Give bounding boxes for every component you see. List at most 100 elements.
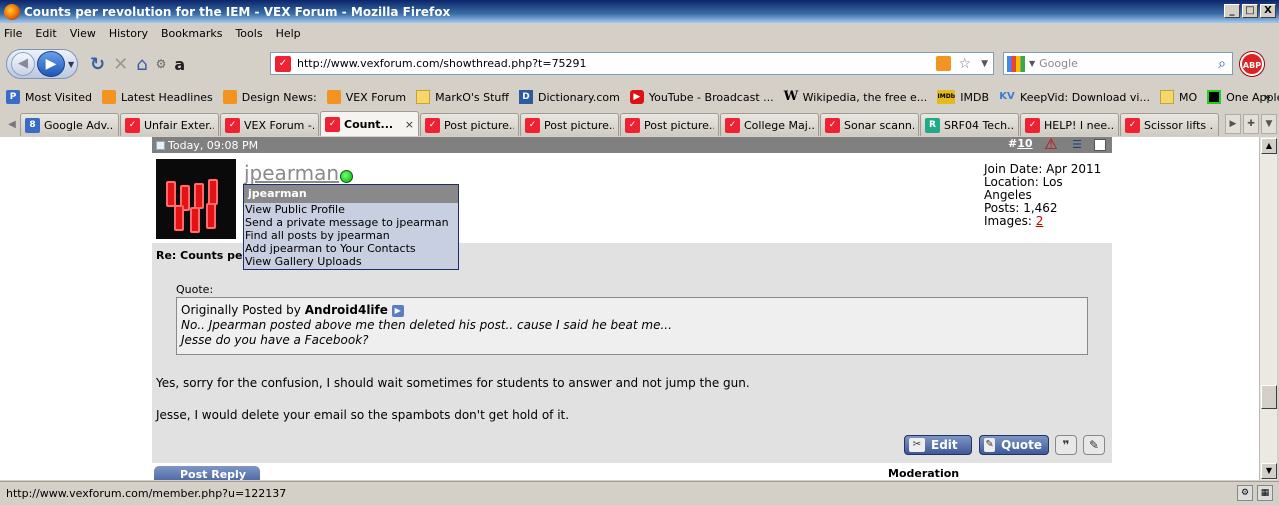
quick-reply-icon: ✎ [1088, 438, 1100, 452]
tab-counts-active[interactable]: ✓ Count... × [320, 111, 419, 136]
tab-google-adv[interactable]: 8 Google Adv... [20, 113, 119, 136]
scroll-down-icon[interactable]: ▼ [1261, 463, 1277, 479]
edit-button[interactable]: ✂ Edit [904, 435, 972, 455]
amazon-icon[interactable]: a [174, 55, 185, 74]
bookmark-imdb[interactable]: IMDb IMDB [937, 90, 989, 104]
message-line-2: Jesse, I would delete your email so the … [156, 408, 570, 422]
tab-list-icon[interactable]: ▼ [1261, 114, 1277, 134]
rss-feed-icon[interactable] [936, 56, 951, 71]
menu-file[interactable]: File [4, 27, 22, 40]
maximize-button[interactable]: □ [1242, 4, 1258, 18]
menu-history[interactable]: History [109, 27, 148, 40]
tab-post-picture-1[interactable]: ✓ Post picture... [420, 113, 519, 136]
send-private-message-item[interactable]: Send a private message to jpearman [244, 216, 458, 229]
bookmark-latest-headlines[interactable]: Latest Headlines [101, 90, 213, 104]
vertical-scrollbar[interactable]: ▲ ▼ [1259, 137, 1277, 480]
find-all-posts-item[interactable]: Find all posts by jpearman [244, 229, 458, 242]
username-link[interactable]: jpearman [244, 161, 339, 185]
quick-reply-button[interactable]: ✎ [1083, 435, 1105, 455]
navigation-toolbar: ◀ ▶ ▼ ↻ ✕ ⌂ ⚙ a ✓ http://www.vexforum.co… [0, 43, 1279, 85]
bookmark-youtube[interactable]: ▶ YouTube - Broadcast ... [629, 90, 774, 104]
new-tab-icon[interactable]: ✚ [1243, 114, 1259, 134]
tab-college-maj[interactable]: ✓ College Maj... [720, 113, 819, 136]
bookmark-most-visited[interactable]: P Most Visited [6, 90, 92, 104]
quote-button[interactable]: ✎ Quote [979, 435, 1049, 455]
scroll-thumb[interactable] [1261, 385, 1277, 409]
post-page-icon [156, 140, 165, 150]
warning-icon[interactable]: ⚠ [1043, 137, 1059, 152]
bookmark-markos-stuff[interactable]: MarkO's Stuff [416, 90, 509, 104]
tab-vex-forum[interactable]: ✓VEX Forum -... [220, 113, 319, 136]
back-button[interactable]: ◀ [11, 52, 35, 76]
add-to-contacts-item[interactable]: Add jpearman to Your Contacts [244, 242, 458, 255]
bookmark-dictionary[interactable]: D Dictionary.com [518, 90, 620, 104]
back-forward-group: ◀ ▶ ▼ [6, 49, 78, 79]
bookmark-keepvid[interactable]: KV KeepVid: Download vi... [999, 90, 1150, 104]
scroll-up-icon[interactable]: ▲ [1261, 138, 1277, 154]
minimize-button[interactable]: _ [1224, 4, 1240, 18]
adblock-plus-button[interactable]: ABP [1240, 52, 1264, 76]
tab-scroll-left-icon[interactable]: ◀ [4, 114, 20, 136]
tab-srf04-tech[interactable]: R SRF04 Tech... [920, 113, 1019, 136]
menu-edit[interactable]: Edit [35, 27, 56, 40]
engine-dropdown-icon[interactable]: ▼ [1029, 59, 1035, 68]
search-bar[interactable]: ▼ Google ⌕ [1003, 52, 1233, 75]
rss-icon [101, 90, 116, 104]
stop-icon[interactable]: ✕ [113, 54, 128, 75]
close-button[interactable]: X [1260, 4, 1276, 18]
folder-icon [416, 90, 431, 104]
close-tab-icon[interactable]: × [405, 118, 414, 131]
status-bar: http://www.vexforum.com/member.php?u=122… [0, 481, 1279, 505]
view-public-profile-item[interactable]: View Public Profile [244, 203, 458, 216]
tab-help-i-nee[interactable]: ✓ HELP! I nee... [1020, 113, 1119, 136]
url-dropdown-icon[interactable]: ▼ [981, 59, 988, 69]
tab-post-picture-3[interactable]: ✓ Post picture... [620, 113, 719, 136]
vex-tab-icon: ✓ [425, 117, 440, 133]
bookmarks-overflow-icon[interactable]: » [1264, 90, 1271, 104]
menu-view[interactable]: View [70, 27, 96, 40]
firefox-icon [4, 3, 20, 20]
menu-tools[interactable]: Tools [235, 27, 262, 40]
apple2-icon [1207, 90, 1222, 104]
reload-icon[interactable]: ↻ [90, 54, 105, 75]
tab-unfair-exter[interactable]: ✓ Unfair Exter... [120, 113, 219, 136]
post-date: Today, 09:08 PM [168, 138, 259, 152]
report-post-icon[interactable]: ☰ [1069, 137, 1085, 152]
window-title: Counts per revolution for the IEM - VEX … [24, 4, 451, 19]
history-dropdown-icon[interactable]: ▼ [68, 60, 74, 69]
avatar[interactable] [156, 159, 236, 239]
status-addon-icon[interactable]: ⚙ [1237, 485, 1253, 501]
tab-scissor-lifts[interactable]: ✓ Scissor lifts ... [1120, 113, 1219, 136]
tab-post-picture-2[interactable]: ✓ Post picture... [520, 113, 619, 136]
post-footer-area: Post Reply Moderation [0, 463, 1259, 480]
addon-icon[interactable]: ⚙ [156, 57, 167, 71]
quote-block: Originally Posted by Android4life ▶ No..… [176, 297, 1088, 355]
search-icon[interactable]: ⌕ [1218, 56, 1226, 72]
forward-button[interactable]: ▶ [37, 51, 65, 77]
moderation-label: Moderation [888, 467, 960, 480]
google-engine-icon[interactable] [1007, 55, 1025, 72]
search-placeholder[interactable]: Google [1039, 57, 1078, 70]
multi-quote-button[interactable]: ❞ [1055, 435, 1077, 455]
url-bar[interactable]: ✓ http://www.vexforum.com/showthread.php… [270, 52, 994, 75]
post-number-link[interactable]: 10 [1017, 137, 1032, 150]
menu-help[interactable]: Help [276, 27, 301, 40]
quote-line-1: No.. Jpearman posted above me then delet… [181, 318, 672, 332]
images-link[interactable]: 2 [1036, 214, 1044, 228]
view-post-arrow-icon[interactable]: ▶ [391, 304, 404, 317]
tab-sonar-scann[interactable]: ✓Sonar scann... [820, 113, 919, 136]
home-icon[interactable]: ⌂ [136, 54, 147, 75]
bookmark-design-news[interactable]: Design News: [222, 90, 317, 104]
url-text[interactable]: http://www.vexforum.com/showthread.php?t… [297, 57, 587, 70]
post-reply-button[interactable]: Post Reply [154, 466, 260, 480]
view-gallery-uploads-item[interactable]: View Gallery Uploads [244, 255, 458, 268]
bookmark-star-icon[interactable]: ☆ [958, 56, 971, 72]
tab-scroll-right-icon[interactable]: ▶ [1225, 114, 1241, 134]
bookmark-vex-forum[interactable]: VEX Forum [326, 90, 406, 104]
bookmark-wikipedia[interactable]: W Wikipedia, the free e... [784, 90, 928, 104]
bookmark-mo[interactable]: MO [1159, 90, 1197, 104]
status-grid-icon[interactable]: ▦ [1257, 485, 1273, 501]
menu-bookmarks[interactable]: Bookmarks [161, 27, 222, 40]
quote-icon: ✎ [984, 438, 996, 452]
select-post-checkbox[interactable] [1094, 139, 1106, 151]
